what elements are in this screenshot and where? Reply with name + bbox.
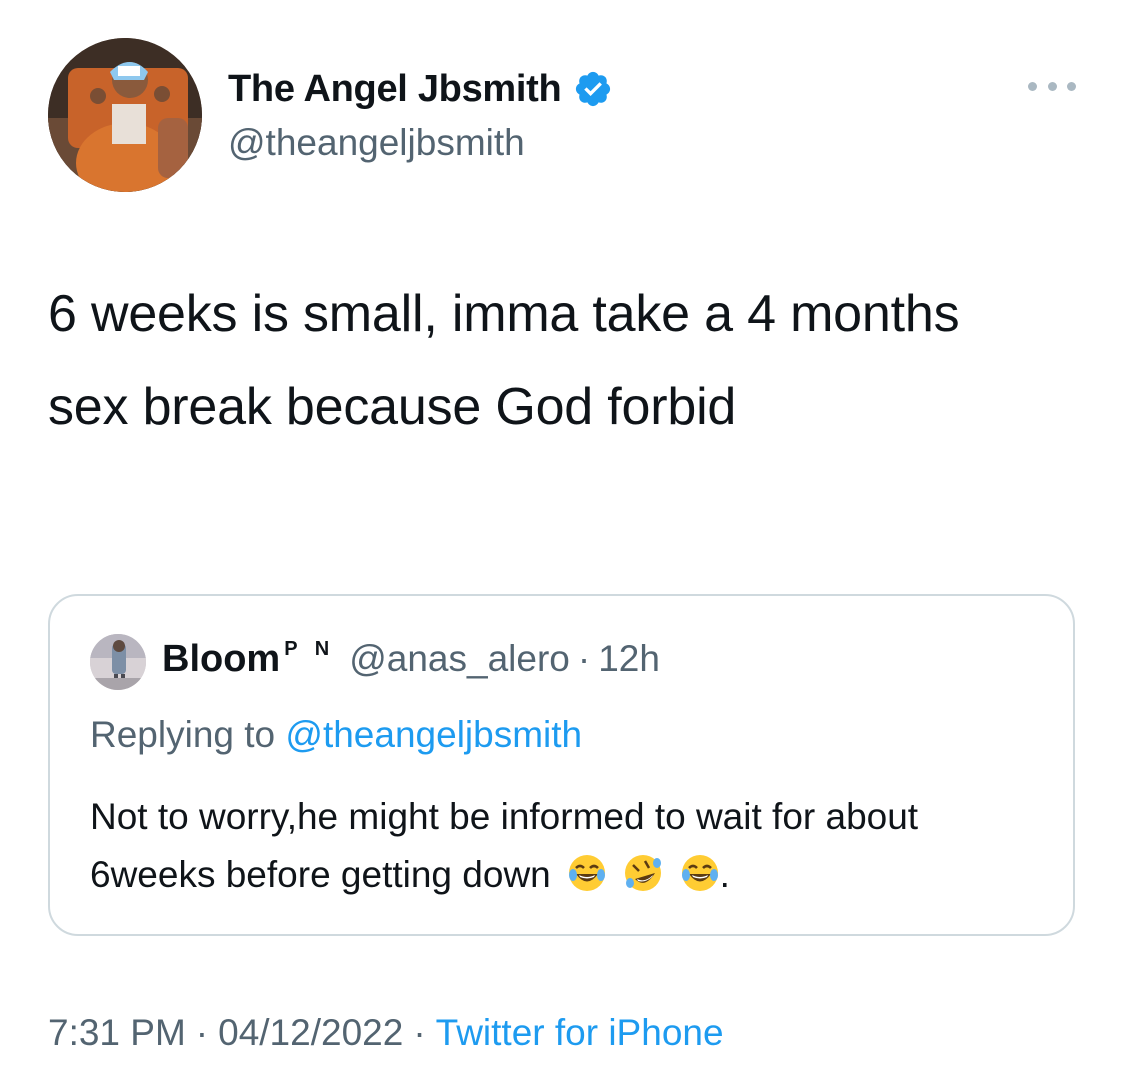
replying-to-label: Replying to <box>90 714 276 755</box>
more-dot <box>1047 81 1057 91</box>
tweet-card: The Angel Jbsmith @theangeljbsmith 6 wee… <box>0 0 1125 1092</box>
author-name-row[interactable]: The Angel Jbsmith <box>228 66 613 112</box>
more-dot <box>1067 81 1076 91</box>
author-handle[interactable]: @theangeljbsmith <box>228 120 525 166</box>
quoted-tweet-trailing: . <box>719 854 730 895</box>
quoted-tweet-text: Not to worry,he might be informed to wai… <box>90 796 919 895</box>
quoted-name-suffix: P N <box>284 638 336 660</box>
quoted-tweet-text-block: Not to worry,he might be informed to wai… <box>90 788 1050 904</box>
rolling-on-floor-laughing-icon <box>623 852 663 892</box>
footer-separator: · <box>413 1012 426 1053</box>
quoted-handle[interactable]: @anas_alero <box>349 638 570 680</box>
replying-to: Replying to @theangeljbsmith <box>90 714 582 756</box>
quoted-tweet-card[interactable]: Bloom P N @anas_alero · 12h Replying to … <box>48 594 1075 936</box>
replying-to-handle-link[interactable]: @theangeljbsmith <box>285 714 582 755</box>
quoted-author-avatar[interactable] <box>90 634 146 690</box>
tweet-text: 6 weeks is small, imma take a 4 months s… <box>48 285 960 436</box>
more-options-icon[interactable] <box>1028 74 1076 98</box>
footer-separator: · <box>195 1012 209 1053</box>
quoted-header: Bloom P N @anas_alero · 12h <box>162 638 660 681</box>
face-with-tears-of-joy-icon <box>567 852 607 892</box>
tweet-footer: 7:31 PM · 04/12/2022 · Twitter for iPhone <box>48 1012 724 1054</box>
footer-time[interactable]: 7:31 PM <box>48 1012 186 1053</box>
quoted-separator: · <box>577 638 591 679</box>
more-dot <box>1028 81 1037 91</box>
quoted-display-name[interactable]: Bloom <box>162 638 280 681</box>
quoted-time[interactable]: 12h <box>598 638 660 680</box>
author-avatar[interactable] <box>48 38 202 192</box>
face-with-tears-of-joy-icon <box>680 852 720 892</box>
footer-date[interactable]: 04/12/2022 <box>218 1012 403 1053</box>
author-avatar-image <box>48 38 202 192</box>
quoted-avatar-image <box>90 634 146 690</box>
footer-source-link[interactable]: Twitter for iPhone <box>436 1012 724 1053</box>
author-display-name[interactable]: The Angel Jbsmith <box>228 66 562 112</box>
verified-badge-icon <box>573 69 613 109</box>
